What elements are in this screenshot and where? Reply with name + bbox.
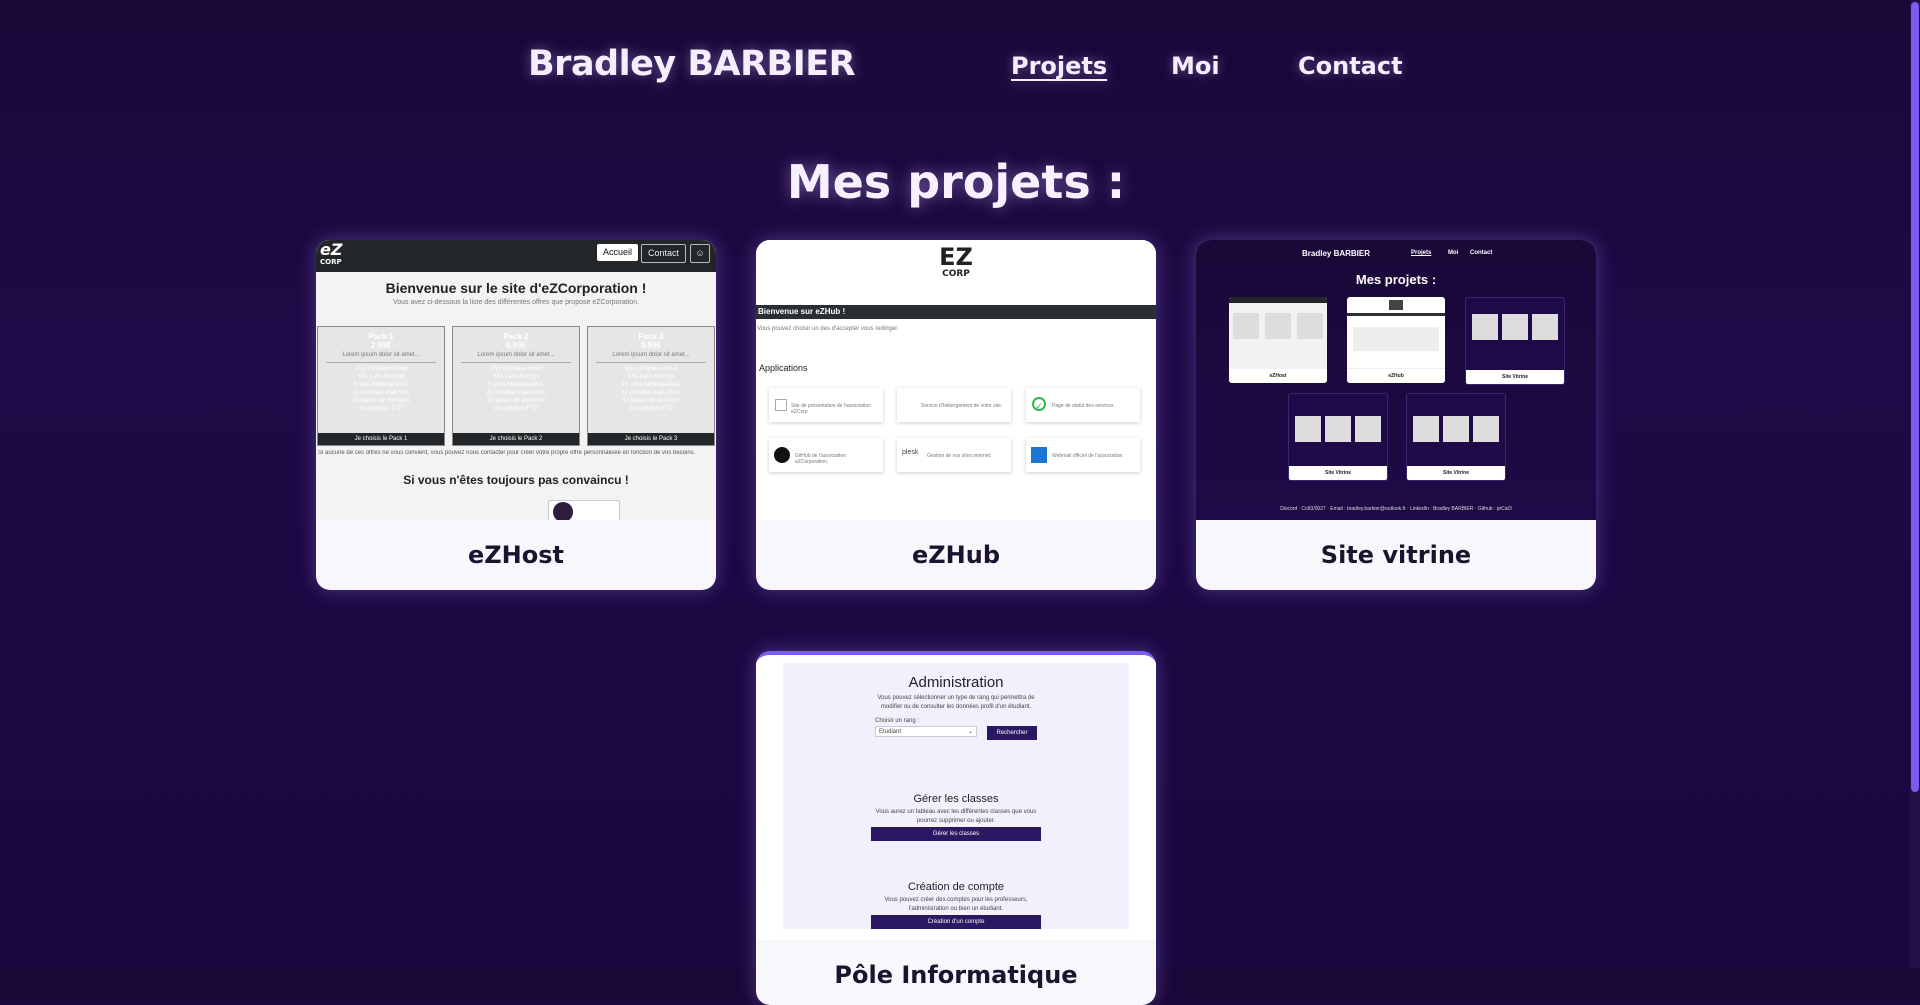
thumb-navbar: eZ CORP Accueil Contact ☺ <box>316 240 716 272</box>
mini-card: eZHub <box>1347 297 1445 383</box>
thumb-account-desc: Vous pouvez créer des comptes pour les p… <box>884 897 1028 912</box>
thumb-select-label: Choisir un rang : <box>875 718 920 724</box>
project-thumbnail: eZ CORP Accueil Contact ☺ Bienvenue sur l… <box>316 240 716 520</box>
thumb-classes-desc: Vous aurez un tableau avec les différent… <box>875 809 1037 824</box>
thumb-nav-contact: Contact <box>641 244 687 263</box>
thumb-pack-1: Pack 1 2.99€ Lorem ipsum dolor sit amet.… <box>317 326 445 446</box>
thumb-intro: Vous pouvez choisir un des d'accepter vo… <box>757 326 899 332</box>
mini-card: Site Vitrine <box>1288 393 1388 481</box>
project-thumbnail: Administration Vous pouvez sélectionner … <box>756 655 1156 940</box>
thumb-rank-select: Etudiant ⌄ <box>875 726 977 737</box>
thumb-title: Mes projets : <box>1355 272 1437 287</box>
thumb-pack-2: Pack 2 6.99€ Lorem ipsum dolor sit amet.… <box>452 326 580 446</box>
page-title: Mes projets : <box>786 155 1126 209</box>
app-tile: GitHub GitHub de l'association eZCorpora… <box>769 438 883 472</box>
app-tile: Webmail Webmail officiel de l'associatio… <box>1026 438 1140 472</box>
scrollbar-thumb[interactable] <box>1911 2 1919 792</box>
thumb-footer-note: Si aucune de ces offres ne vous convient… <box>318 450 696 456</box>
app-tile: ✓ eZStatus Page de statut des services. <box>1026 388 1140 422</box>
thumb-nav: Projets <box>1411 250 1432 256</box>
nav-link-moi[interactable]: Moi <box>1171 52 1220 80</box>
outlook-icon <box>1031 447 1047 463</box>
thumb-search-button: Rechercher <box>987 726 1037 740</box>
ezcorp-logo: EZ CORP <box>939 243 973 279</box>
thumb-admin-desc: Vous pouvez sélectionner un type de rang… <box>877 695 1035 710</box>
thumb-subheading: Vous avez ci-dessous la liste des différ… <box>392 299 640 306</box>
brand-name: Bradley BARBIER <box>528 44 856 84</box>
app-tile: ▣ eZHost Service d'hébergement de votre … <box>897 388 1011 422</box>
thumb-account-button: Création d'un compte <box>871 915 1041 929</box>
thumb-nav: Moi <box>1448 250 1459 256</box>
ezcorp-logo: eZ CORP <box>320 240 343 267</box>
project-title: eZHub <box>911 541 1001 569</box>
thumb-nav-accueil: Accueil <box>597 244 639 261</box>
project-title: Site vitrine <box>1320 541 1472 569</box>
app-tile: eZCorporation Site de présentation de l'… <box>769 388 883 422</box>
thumb-classes-button: Gérer les classes <box>871 827 1041 841</box>
thumb-brand: Bradley BARBIER <box>1302 249 1371 258</box>
check-icon: ✓ <box>1032 397 1046 411</box>
project-title: Pôle Informatique <box>834 961 1078 989</box>
nav-link-contact[interactable]: Contact <box>1298 52 1403 80</box>
project-card-ezhub[interactable]: EZ CORP Bienvenue sur eZHub ! Vous pouvez… <box>756 240 1156 590</box>
mini-card: Site Vitrine <box>1465 297 1565 385</box>
project-thumbnail: EZ CORP Bienvenue sur eZHub ! Vous pouvez… <box>756 240 1156 520</box>
site-header: Bradley BARBIER Projets Moi Contact <box>0 0 1910 135</box>
project-card-site-vitrine[interactable]: Bradley BARBIER Projets Moi Contact Mes … <box>1196 240 1596 590</box>
project-card-pole-informatique[interactable]: Administration Vous pouvez sélectionner … <box>756 651 1156 1005</box>
thumb-bottom-heading: Si vous n'êtes toujours pas convaincu ! <box>403 473 629 487</box>
thumb-pack-3: Pack 3 9.99€ Lorem ipsum dolor sit amet.… <box>587 326 715 446</box>
thumb-heading: Bienvenue sur le site d'eZCorporation ! <box>385 280 647 296</box>
project-title: eZHost <box>467 541 564 569</box>
image-icon <box>775 399 787 411</box>
plesk-icon: plesk <box>902 449 919 456</box>
server-icon: ▣ <box>903 399 912 409</box>
nav-link-projets[interactable]: Projets <box>1011 52 1107 80</box>
github-icon <box>774 447 790 463</box>
person-illustration-icon <box>553 502 573 520</box>
user-icon: ☺ <box>690 244 710 263</box>
thumb-section-title: Applications <box>759 363 808 373</box>
project-thumbnail: Bradley BARBIER Projets Moi Contact Mes … <box>1196 240 1596 520</box>
thumb-admin-panel: Administration Vous pouvez sélectionner … <box>783 663 1129 929</box>
chevron-down-icon: ⌄ <box>967 729 973 735</box>
thumb-classes-title: Gérer les classes <box>913 793 999 805</box>
mini-card: eZHost <box>1229 297 1327 383</box>
thumb-admin-title: Administration <box>908 674 1004 691</box>
thumb-banner: Bienvenue sur eZHub ! <box>756 305 1156 319</box>
thumb-nav: Contact <box>1470 250 1493 256</box>
thumb-account-title: Création de compte <box>908 881 1004 893</box>
scrollbar[interactable] <box>1910 0 1920 968</box>
mini-card: Site Vitrine <box>1406 393 1506 481</box>
app-tile: plesk Plesk Gestion de vos sites interne… <box>897 438 1011 472</box>
thumb-footer: Discord : Co93/0027 · Email : bradley.ba… <box>1280 506 1512 512</box>
project-card-ezhost[interactable]: eZ CORP Accueil Contact ☺ Bienvenue sur l… <box>316 240 716 590</box>
